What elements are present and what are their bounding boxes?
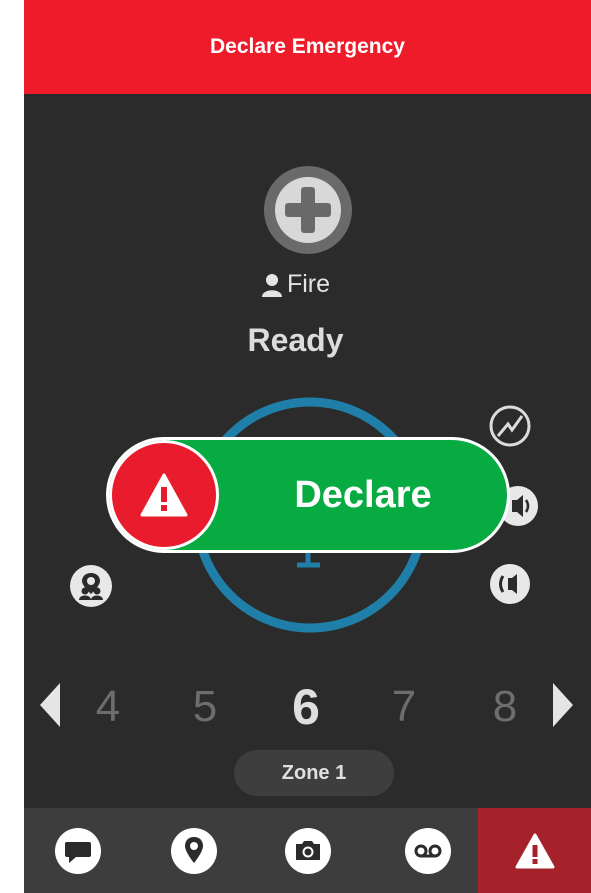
tab-messages[interactable] — [44, 808, 112, 893]
location-pin-icon — [171, 827, 217, 874]
header-title: Declare Emergency — [210, 35, 405, 58]
declare-label: Declare — [294, 473, 432, 516]
role-label: Fire — [286, 270, 331, 298]
team-location-icon[interactable] — [69, 564, 113, 608]
zone-number-active[interactable]: 6 — [281, 672, 331, 742]
camera-icon — [285, 827, 331, 874]
role-row: Fire — [0, 270, 591, 299]
zone-number[interactable]: 8 — [480, 672, 530, 742]
zone-number[interactable]: 5 — [180, 672, 230, 742]
tab-voicemail[interactable] — [394, 808, 462, 893]
window-edge — [0, 0, 24, 893]
tab-camera[interactable] — [274, 808, 342, 893]
plus-circle-icon[interactable] — [263, 165, 353, 255]
app-header: Declare Emergency — [24, 0, 591, 94]
zone-label: Zone 1 — [234, 750, 394, 796]
warning-triangle-icon — [140, 473, 188, 517]
signal-graph-icon[interactable] — [488, 404, 532, 448]
zone-selector: 4 5 6 7 8 — [0, 672, 591, 742]
declare-slider[interactable]: Declare — [106, 437, 510, 553]
person-icon — [261, 273, 282, 297]
status-label: Ready — [247, 322, 344, 358]
tab-emergency[interactable] — [478, 808, 591, 893]
tab-location[interactable] — [160, 808, 228, 893]
declare-knob[interactable] — [109, 440, 219, 550]
messages-icon — [55, 827, 101, 874]
zone-next-arrow[interactable] — [553, 683, 573, 727]
zone-number[interactable]: 7 — [379, 672, 429, 742]
ear-speaker-icon[interactable] — [488, 562, 532, 606]
bottom-tab-bar — [24, 808, 591, 893]
zone-number[interactable]: 4 — [83, 672, 133, 742]
voicemail-icon — [405, 827, 451, 874]
emergency-icon — [515, 833, 554, 868]
